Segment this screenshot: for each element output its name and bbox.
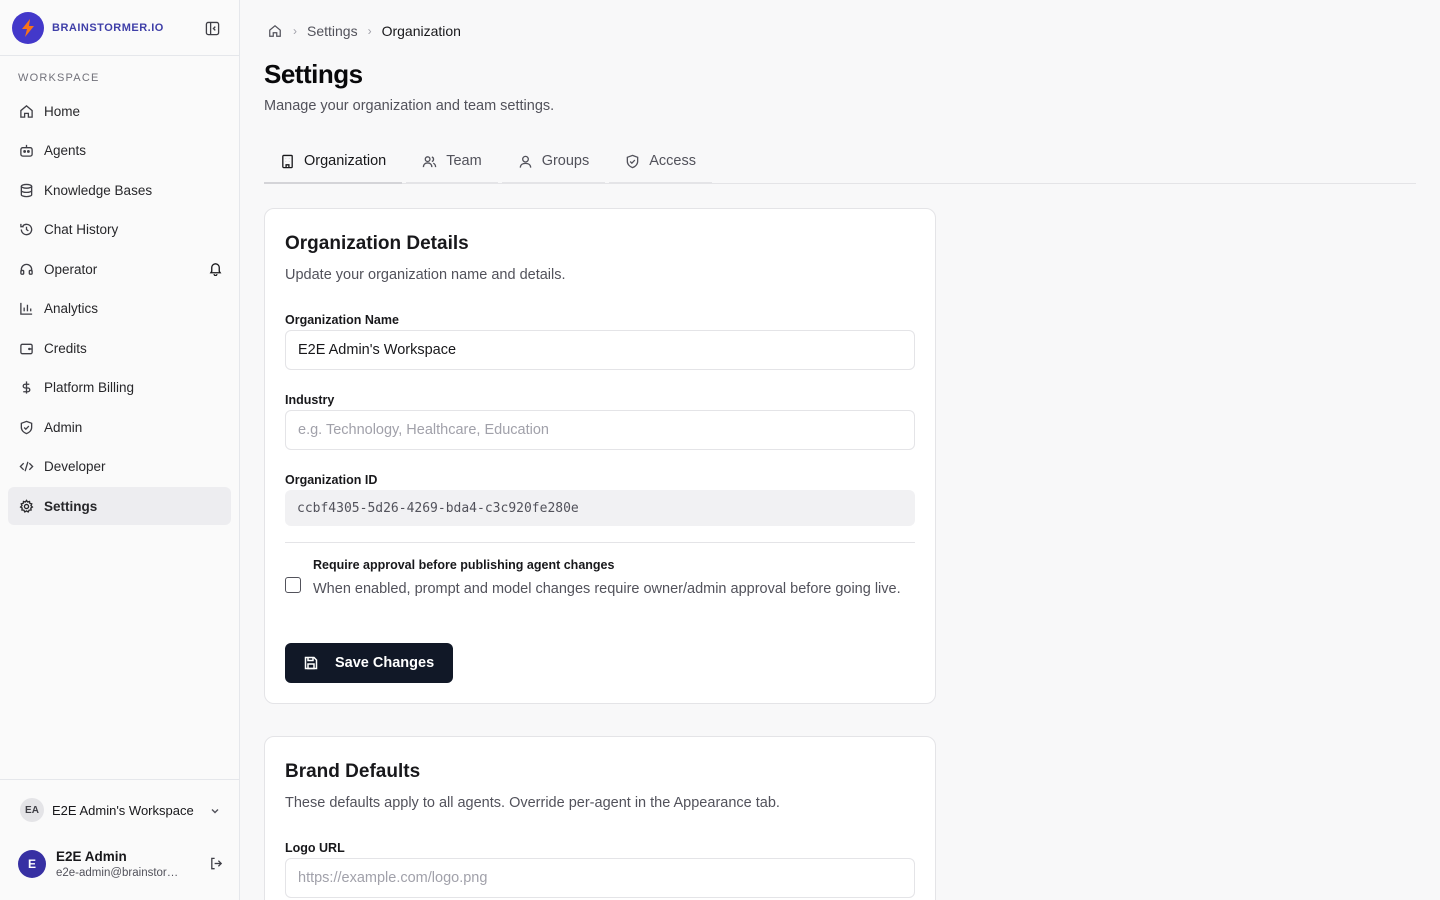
card-subtitle: These defaults apply to all agents. Over…: [285, 795, 780, 811]
save-button-label: Save Changes: [335, 655, 435, 671]
tab-label: Groups: [541, 153, 590, 169]
sidebar-item-agents[interactable]: Agents: [8, 132, 231, 170]
settings-tabs: Organization Team Groups Access: [264, 140, 1416, 184]
bot-icon: [18, 143, 34, 159]
breadcrumb: › Settings › Organization: [264, 21, 461, 41]
workspace-switcher[interactable]: EA E2E Admin's Workspace: [20, 798, 225, 822]
user-profile: E E2E Admin e2e-admin@brainstormer.io: [18, 844, 228, 884]
organization-name-input[interactable]: [285, 330, 915, 370]
history-icon: [18, 222, 34, 238]
sidebar-header: BRAINSTORMER.IO: [0, 0, 239, 56]
workspace-section-label: WORKSPACE: [18, 72, 100, 84]
logo-url-input[interactable]: [285, 858, 915, 898]
sidebar-item-knowledge-bases[interactable]: Knowledge Bases: [8, 171, 231, 209]
gear-icon: [18, 498, 34, 514]
sidebar-item-label: Home: [44, 103, 81, 119]
home-icon: [18, 103, 34, 119]
sidebar-item-label: Agents: [44, 143, 87, 158]
tab-groups[interactable]: Groups: [501, 140, 606, 184]
sidebar: BRAINSTORMER.IO WORKSPACE Home Agents Kn…: [0, 0, 240, 900]
brand-defaults-card: Brand Defaults These defaults apply to a…: [264, 736, 936, 900]
organization-id-label: Organization ID: [285, 473, 378, 487]
users-icon: [422, 153, 438, 169]
save-changes-button[interactable]: Save Changes: [285, 643, 453, 683]
save-icon: [303, 655, 319, 671]
breadcrumb-settings-link[interactable]: Settings: [307, 23, 358, 39]
sidebar-item-credits[interactable]: Credits: [8, 329, 231, 367]
organization-details-card: Organization Details Update your organiz…: [264, 208, 936, 704]
sidebar-item-label: Operator: [44, 261, 98, 277]
user-name: E2E Admin: [56, 849, 127, 864]
sidebar-item-developer[interactable]: Developer: [8, 448, 231, 486]
workspace-name: E2E Admin's Workspace: [52, 802, 194, 818]
require-approval-checkbox[interactable]: [285, 577, 301, 593]
sidebar-item-settings[interactable]: Settings: [8, 487, 231, 525]
sidebar-item-analytics[interactable]: Analytics: [8, 290, 231, 328]
card-title: Brand Defaults: [285, 761, 421, 782]
page-title: Settings: [264, 59, 363, 89]
sidebar-item-home[interactable]: Home: [8, 92, 231, 130]
sidebar-item-chat-history[interactable]: Chat History: [8, 211, 231, 249]
shield-check-icon: [18, 419, 34, 435]
card-title: Organization Details: [285, 233, 469, 254]
logo-url-label: Logo URL: [285, 841, 345, 855]
home-icon[interactable]: [267, 23, 283, 39]
sidebar-item-label: Chat History: [44, 222, 119, 237]
page-subtitle: Manage your organization and team settin…: [264, 98, 555, 114]
chevron-down-icon: [209, 804, 221, 822]
sidebar-item-label: Admin: [44, 419, 83, 435]
user-group-icon: [518, 153, 534, 169]
sidebar-nav: Home Agents Knowledge Bases Chat History…: [0, 92, 239, 525]
breadcrumb-separator: ›: [367, 24, 372, 38]
sidebar-item-admin[interactable]: Admin: [8, 408, 231, 446]
divider: [285, 542, 915, 543]
breadcrumb-current: Organization: [381, 23, 461, 39]
sidebar-toggle-icon[interactable]: [203, 19, 221, 37]
database-icon: [18, 182, 34, 198]
bell-icon[interactable]: [208, 261, 223, 279]
avatar[interactable]: E: [18, 850, 46, 878]
card-subtitle: Update your organization name and detail…: [285, 267, 566, 283]
industry-input[interactable]: [285, 410, 915, 450]
organization-name-label: Organization Name: [285, 313, 399, 327]
sidebar-item-label: Credits: [44, 340, 87, 356]
require-approval-title: Require approval before publishing agent…: [313, 558, 615, 572]
sidebar-item-label: Platform Billing: [44, 380, 135, 395]
brand-logo-icon[interactable]: [12, 11, 44, 44]
sidebar-item-label: Knowledge Bases: [44, 182, 153, 198]
shield-check-icon: [625, 153, 641, 169]
tab-label: Access: [649, 153, 696, 169]
tab-label: Organization: [304, 153, 387, 169]
require-approval-description: When enabled, prompt and model changes r…: [313, 581, 901, 597]
workspace-badge: EA: [20, 798, 44, 822]
dollar-icon: [18, 380, 34, 396]
industry-label: Industry: [285, 393, 335, 407]
sidebar-item-label: Developer: [44, 459, 106, 474]
sidebar-item-operator[interactable]: Operator: [8, 250, 231, 288]
organization-id-value: ccbf4305-5d26-4269-bda4-c3c920fe280e: [285, 490, 915, 526]
bar-chart-icon: [18, 301, 34, 317]
tab-label: Team: [446, 153, 482, 169]
wallet-icon: [18, 340, 34, 356]
user-info: E2E Admin e2e-admin@brainstormer.io: [56, 849, 186, 879]
sidebar-item-label: Settings: [44, 498, 98, 514]
building-icon: [280, 153, 296, 169]
tab-access[interactable]: Access: [609, 140, 712, 184]
breadcrumb-separator: ›: [293, 24, 297, 38]
tab-team[interactable]: Team: [406, 140, 498, 184]
headset-icon: [18, 261, 34, 277]
brand-name: BRAINSTORMER.IO: [52, 21, 164, 34]
logout-icon[interactable]: [209, 856, 224, 876]
sidebar-item-label: Analytics: [44, 301, 99, 316]
tab-organization[interactable]: Organization: [264, 140, 403, 184]
code-icon: [18, 459, 34, 475]
sidebar-item-platform-billing[interactable]: Platform Billing: [8, 369, 231, 407]
user-email: e2e-admin@brainstormer.io: [56, 867, 186, 879]
sidebar-footer: EA E2E Admin's Workspace E E2E Admin e2e…: [0, 779, 239, 900]
